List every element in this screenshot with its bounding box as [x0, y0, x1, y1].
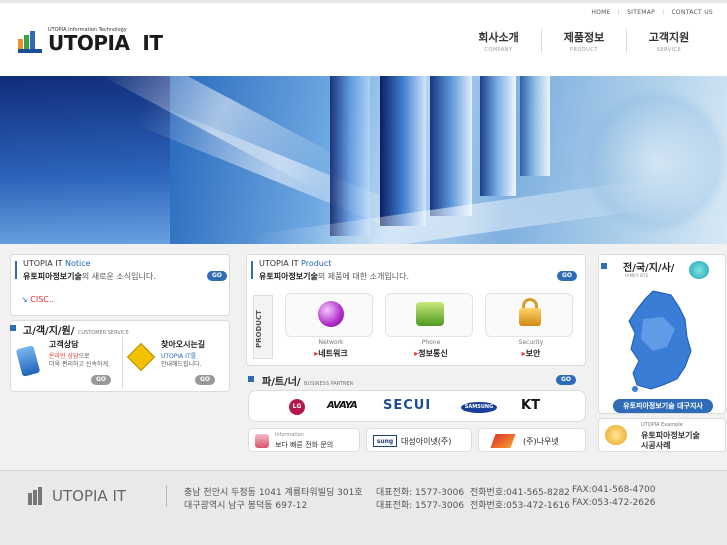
product-security-label[interactable]: ▸보안: [487, 348, 575, 359]
product-subtitle: 유토피아정보기술의 제품에 대한 소개입니다.: [259, 272, 410, 281]
contact-us-link[interactable]: CONTACT US: [671, 9, 713, 16]
notice-subtitle: 유토피아정보기술의 새로운 소식입니다.: [23, 272, 156, 281]
example-link[interactable]: UTOPIA Example 유토피아정보기술 시공사례: [598, 418, 726, 452]
product-network[interactable]: [285, 293, 373, 337]
telephone-icon: [416, 302, 444, 326]
main-nav: 회사소개 COMPANY 제품정보 PRODUCT 고객지원 SERVICE: [456, 29, 711, 53]
logo-mark-icon: [18, 29, 44, 53]
footer: UTOPIA IT 충남 천안시 두정동 1041 계룡타워빌딩 301호 대표…: [0, 470, 727, 545]
top-links: HOME | SITEMAP | CONTACT US: [591, 9, 713, 16]
support-box: 고/객/지/원/ CUSTOMER SERVICE 고객상담 온라인 상담으로 …: [10, 320, 230, 392]
support-title: 고/객/지/원/ CUSTOMER SERVICE: [23, 326, 129, 337]
content-area: UTOPIA IT Notice 유토피아정보기술의 새로운 소식입니다. GO…: [0, 244, 727, 470]
product-security[interactable]: [485, 293, 573, 337]
product-phone-label[interactable]: ▸정보통신: [387, 348, 475, 359]
product-title: UTOPIA IT Product: [259, 259, 332, 268]
partner-logo-samsung[interactable]: SAMSUNG: [461, 402, 497, 413]
partner-logo-lg[interactable]: LG: [289, 399, 305, 415]
section-marker-icon: [10, 325, 16, 331]
phone-inquiry-link[interactable]: information 보다 빠른 전화 문의: [248, 428, 360, 452]
daegu-branch-button[interactable]: 유토피아정보기술 대구지사: [613, 399, 713, 413]
phone-icon: [15, 345, 41, 377]
branches-box: 전/국/지/사/ FAMILY SITE 유토피아정보기술 대구지사: [598, 254, 726, 414]
partner-go-button[interactable]: GO: [556, 375, 576, 385]
product-go-button[interactable]: GO: [557, 271, 577, 281]
phone-icon: [255, 434, 269, 448]
daesung-logo-icon: sung: [373, 435, 397, 447]
product-box: UTOPIA IT Product 유토피아정보기술의 제품에 대한 소개입니다…: [246, 254, 586, 366]
example-icon: [605, 425, 627, 445]
footer-logo: UTOPIA IT: [28, 487, 126, 505]
footer-fax-1: FAX:041-568-4700: [572, 485, 656, 495]
footer-tel-2: 전화번호:053-472-1616: [470, 501, 570, 511]
directions-link[interactable]: 찾아오시는길 UTOPIA IT를 안내해드립니다. GO: [125, 337, 227, 389]
notice-box: UTOPIA IT Notice 유토피아정보기술의 새로운 소식입니다. GO…: [10, 254, 230, 316]
section-marker-icon: [601, 263, 607, 269]
product-side-label: PRODUCT: [255, 310, 263, 348]
nauneet-link[interactable]: (주)나우넷: [478, 428, 586, 452]
nav-service[interactable]: 고객지원 SERVICE: [626, 29, 711, 53]
partner-title: 파/트/너/ BUSINESS PARTNER: [262, 377, 354, 388]
nav-company[interactable]: 회사소개 COMPANY: [456, 29, 541, 53]
sitemap-link[interactable]: SITEMAP: [627, 9, 655, 16]
branches-title: 전/국/지/사/: [623, 263, 675, 274]
partner-logo-kt[interactable]: KT: [521, 398, 540, 413]
lock-shackle-icon: [522, 298, 538, 308]
partner-logo-secui[interactable]: SECUI: [383, 398, 431, 413]
product-phone[interactable]: [385, 293, 473, 337]
footer-address-2: 대구광역시 남구 봉덕동 697-12: [184, 501, 308, 511]
notice-go-button[interactable]: GO: [207, 271, 227, 281]
home-link[interactable]: HOME: [591, 9, 610, 16]
footer-address-1: 충남 천안시 두정동 1041 계룡타워빌딩 301호: [184, 488, 363, 498]
footer-tel-1: 전화번호:041-565-8282: [470, 488, 570, 498]
partner-header: 파/트/너/ BUSINESS PARTNER GO: [248, 372, 586, 388]
consult-link[interactable]: 고객상담 온라인 상담으로 더욱 편리하고 신속하게. GO: [15, 337, 123, 389]
nav-product[interactable]: 제품정보 PRODUCT: [541, 29, 626, 53]
footer-logo-mark-icon: [28, 487, 48, 505]
logo-text: UTOPIA IT: [48, 31, 163, 55]
korea-map-icon[interactable]: [623, 289, 699, 393]
lock-icon: [519, 308, 541, 326]
partner-logos: LG AVAYA SECUI SAMSUNG KT: [248, 390, 586, 422]
network-icon: [689, 261, 709, 279]
directions-go-button[interactable]: GO: [195, 375, 215, 385]
globe-icon: [318, 301, 344, 327]
footer-fax-2: FAX:053-472-2626: [572, 498, 656, 508]
section-marker-icon: [248, 376, 254, 382]
main-banner: [0, 76, 727, 244]
nauneet-logo-icon: [490, 434, 516, 448]
notice-item[interactable]: ↘ CISC..: [21, 295, 54, 304]
footer-rep-1: 대표전화: 1577-3006: [376, 488, 465, 498]
consult-go-button[interactable]: GO: [91, 375, 111, 385]
logo[interactable]: UTOPIA Information Technology UTOPIA IT: [18, 27, 163, 55]
road-sign-icon: [126, 342, 156, 372]
arrow-icon: ↘: [21, 295, 28, 304]
header: HOME | SITEMAP | CONTACT US UTOPIA Infor…: [0, 0, 727, 76]
product-network-label[interactable]: ▸네트워크: [287, 348, 375, 359]
partner-logo-avaya[interactable]: AVAYA: [327, 400, 358, 411]
footer-rep-2: 대표전화: 1577-3006: [376, 501, 465, 511]
daesung-inet-link[interactable]: sung 대성아이넷(주): [366, 428, 472, 452]
notice-title: UTOPIA IT Notice: [23, 259, 91, 268]
